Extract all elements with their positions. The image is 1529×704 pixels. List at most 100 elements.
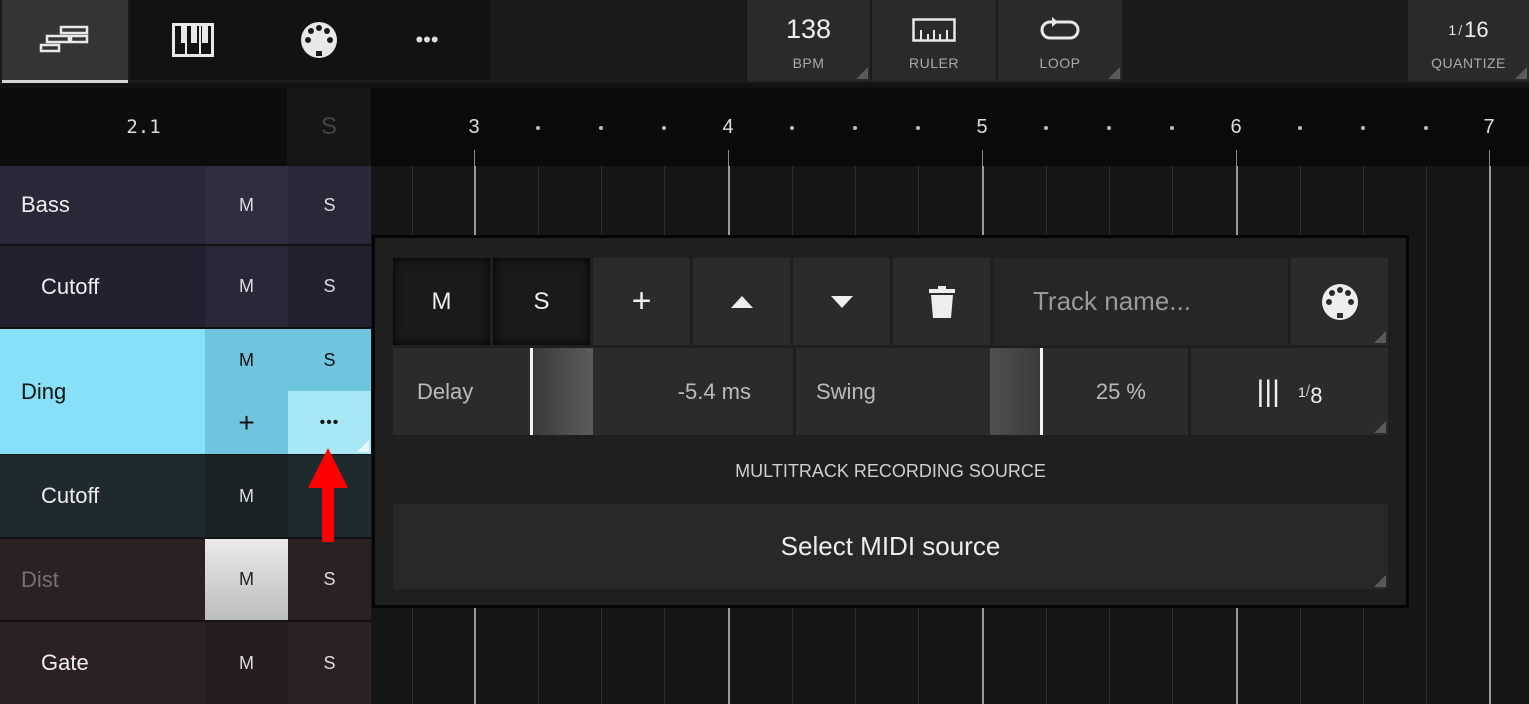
bpm-button[interactable]: 138 BPM [747, 0, 870, 81]
track-row-gate[interactable]: Gate M S [0, 622, 371, 704]
quantize-button[interactable]: 1/16 QUANTIZE [1408, 0, 1529, 81]
track-name[interactable]: Cutoff [0, 246, 205, 327]
delay-value: -5.4 ms [677, 378, 751, 404]
popup-mute-button[interactable]: M [393, 258, 490, 345]
track-row-ding[interactable]: Ding M S + ••• [0, 329, 371, 454]
trash-icon [928, 285, 955, 318]
section-title: MULTITRACK RECORDING SOURCE [735, 460, 1046, 481]
tab-more[interactable]: ••• [364, 0, 490, 80]
loop-label: LOOP [1039, 54, 1081, 71]
track-more-button[interactable]: ••• [288, 391, 371, 454]
bar-number: 4 [722, 116, 734, 138]
track-name[interactable]: Cutoff [0, 455, 205, 537]
track-name[interactable]: Bass [0, 166, 205, 244]
mute-button[interactable]: M [205, 329, 288, 391]
track-row-cutoff[interactable]: Cutoff M S [0, 246, 371, 328]
more-icon: ••• [415, 27, 439, 52]
corner-indicator [856, 67, 868, 79]
select-midi-source-button[interactable]: Select MIDI source [393, 504, 1388, 589]
ruler-label: RULER [909, 54, 959, 71]
bar-number: 7 [1483, 116, 1495, 138]
tab-piano-roll[interactable] [130, 0, 256, 80]
beat-dot [1424, 126, 1428, 130]
bpm-label: BPM [792, 54, 825, 71]
triangle-up-icon [730, 295, 753, 308]
track-name[interactable]: Dist [0, 539, 205, 620]
quantize-denominator: 16 [1464, 16, 1489, 42]
division-numerator: 1 [1297, 383, 1306, 400]
solo-button[interactable]: S [288, 329, 371, 391]
track-name[interactable]: Gate [0, 622, 205, 704]
beat-dot [1298, 126, 1302, 130]
more-icon: ••• [319, 413, 340, 431]
corner-indicator [1374, 331, 1386, 343]
beat-dot [1170, 126, 1174, 130]
move-down-button[interactable] [793, 258, 890, 345]
bar-number: 6 [1230, 116, 1242, 138]
loop-button[interactable]: LOOP [998, 0, 1122, 81]
loop-icon [1038, 11, 1082, 49]
mute-button[interactable]: M [205, 166, 288, 244]
delay-slider[interactable]: Delay -5.4 ms [393, 348, 793, 435]
beat-dot [1044, 126, 1048, 130]
track-row-dist[interactable]: Dist M S [0, 539, 371, 621]
annotation-arrow-shaft [322, 480, 334, 542]
quantize-numerator: 1 [1448, 21, 1457, 38]
beat-dot [790, 126, 794, 130]
mute-button[interactable]: M [205, 455, 288, 537]
solo-header: S [287, 88, 371, 166]
corner-indicator [1374, 575, 1386, 587]
swing-label: Swing [816, 378, 876, 404]
beat-dot [662, 126, 666, 130]
mute-button[interactable]: M [205, 622, 288, 704]
mute-button[interactable]: M [205, 246, 288, 327]
bar-tick [728, 150, 729, 166]
swing-slider-fill[interactable] [990, 348, 1043, 435]
playhead-position[interactable]: 2.1 [0, 88, 287, 166]
ruler-button[interactable]: RULER [872, 0, 996, 81]
bpm-value: 138 [785, 14, 832, 44]
popup-solo-button[interactable]: S [493, 258, 590, 345]
track-name-input[interactable]: Track name... [993, 258, 1288, 345]
beat-dot [916, 126, 920, 130]
track-options-popup: M S + Track name... Delay -5.4 ms Swing … [372, 235, 1409, 608]
add-lane-button[interactable]: + [205, 391, 288, 454]
beat-dot [853, 126, 857, 130]
corner-indicator [357, 440, 369, 452]
delay-label: Delay [417, 378, 474, 404]
delay-slider-handle[interactable] [530, 348, 593, 435]
move-up-button[interactable] [693, 258, 790, 345]
mute-button-active[interactable]: M [205, 539, 288, 620]
timeline-ruler[interactable]: 3 4 5 6 7 [371, 88, 1529, 166]
beat-dot [599, 126, 603, 130]
ruler-icon [912, 11, 956, 49]
bar-tick [474, 150, 475, 166]
delete-track-button[interactable] [893, 258, 990, 345]
swing-value: 25 % [1095, 378, 1146, 404]
tab-tracks[interactable] [2, 0, 128, 83]
corner-indicator [1515, 67, 1527, 79]
track-row-bass[interactable]: Bass M S [0, 166, 371, 245]
top-toolbar: ••• 138 BPM RULER LOOP 1 / 16 QUANTIZE [0, 0, 1529, 83]
corner-indicator [1108, 67, 1120, 79]
division-button[interactable]: ||| 1/8 [1191, 348, 1388, 435]
quantize-value: 1/16 [1448, 16, 1489, 42]
bar-tick [1489, 150, 1490, 166]
track-name[interactable]: Ding [0, 329, 205, 454]
solo-button[interactable]: S [288, 622, 371, 704]
midi-port-icon [301, 22, 337, 58]
bar-tick [982, 150, 983, 166]
bar-tick [1236, 150, 1237, 166]
bar-number: 5 [976, 116, 988, 138]
division-bars-icon: ||| [1256, 374, 1280, 408]
solo-button[interactable]: S [288, 539, 371, 620]
division-denominator: 8 [1310, 382, 1323, 408]
midi-settings-button[interactable] [1291, 258, 1388, 345]
solo-button[interactable]: S [288, 246, 371, 327]
midi-port-icon [1321, 283, 1358, 320]
grid-line [1426, 166, 1427, 704]
beat-dot [1107, 126, 1111, 130]
solo-button[interactable]: S [288, 166, 371, 244]
piano-icon [172, 23, 214, 57]
popup-add-lane-button[interactable]: + [593, 258, 690, 345]
